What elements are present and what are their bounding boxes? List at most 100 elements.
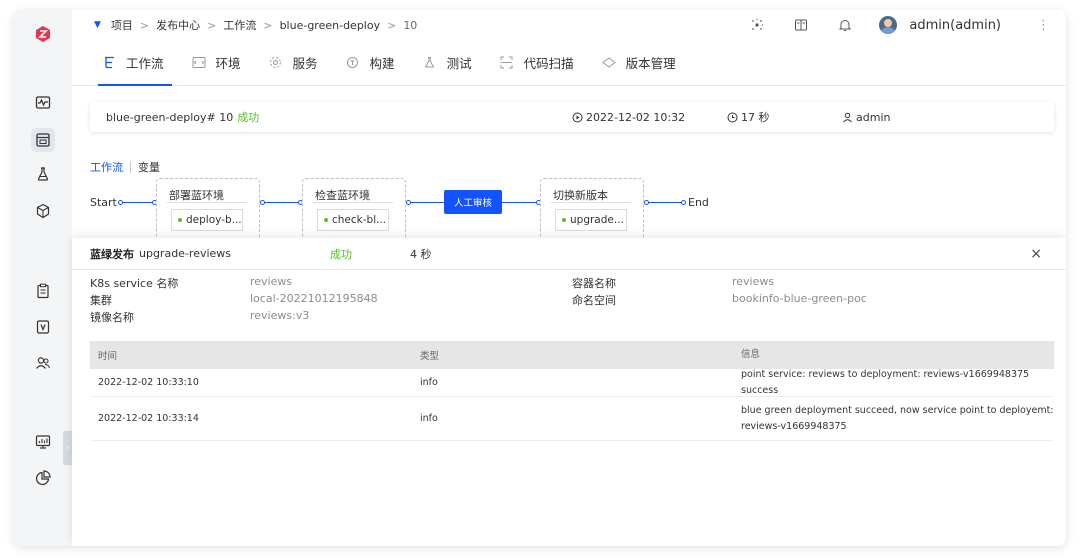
job-label: upgrade...: [570, 214, 624, 226]
run-time-value: 2022-12-02 10:32: [586, 110, 686, 124]
stage-title: 检查蓝环境: [315, 189, 370, 202]
breadcrumb-run-number: 10: [403, 18, 418, 32]
tab-label: 代码扫描: [523, 56, 574, 71]
notification-bell-icon[interactable]: [835, 15, 855, 35]
flow-port: [406, 200, 411, 205]
tab-workflow[interactable]: 工作流: [98, 40, 171, 86]
users-icon[interactable]: [31, 351, 55, 375]
tab-version-management[interactable]: 版本管理: [601, 40, 676, 86]
column-type: 类型: [420, 351, 440, 362]
version-doc-icon[interactable]: [31, 315, 55, 339]
sidebar-expand-handle[interactable]: ›: [63, 431, 72, 465]
version-icon: [601, 56, 616, 70]
job-deploy[interactable]: deploy-b...: [171, 209, 243, 231]
field-label: 命名空间: [572, 294, 616, 307]
cell-type: info: [420, 377, 438, 388]
flow-end-label: End: [688, 196, 709, 209]
clipboard-icon[interactable]: [31, 279, 55, 303]
stage-check-blue[interactable]: 检查蓝环境 check-bl...: [302, 178, 406, 240]
field-value: reviews: [732, 275, 775, 288]
user-icon: [843, 112, 852, 122]
subtab-workflow[interactable]: 工作流: [90, 159, 123, 175]
divider: [167, 202, 247, 203]
job-label: deploy-b...: [186, 214, 242, 226]
left-nav-rail: ›: [14, 10, 72, 546]
tab-service[interactable]: 服务: [269, 40, 318, 86]
job-detail-panel: 蓝绿发布 upgrade-reviews 成功 4 秒 × K8s servic…: [72, 238, 1066, 546]
flow-port: [118, 200, 123, 205]
breadcrumb-separator: >: [207, 18, 217, 32]
run-summary-card: blue-green-deploy# 10 成功 2022-12-02 10:32…: [90, 102, 1054, 132]
breadcrumb-workflow-name[interactable]: blue-green-deploy: [280, 19, 381, 32]
project-icon[interactable]: [31, 128, 55, 152]
test-flask-icon[interactable]: [31, 162, 55, 186]
job-type: 蓝绿发布: [90, 247, 134, 261]
user-avatar[interactable]: [879, 16, 898, 34]
top-tools: admin(admin) ⋮: [747, 10, 1066, 40]
cell-time: 2022-12-02 10:33:10: [98, 377, 199, 388]
docs-book-icon[interactable]: [791, 15, 811, 35]
field-value: local-20221012195848: [250, 292, 378, 305]
breadcrumb-workflow[interactable]: 工作流: [223, 17, 256, 33]
tab-build[interactable]: 构建: [346, 40, 395, 86]
field-label: 容器名称: [572, 277, 616, 290]
tab-test[interactable]: 测试: [423, 40, 472, 86]
flow-start-label: Start: [90, 196, 117, 209]
more-options-icon[interactable]: ⋮: [1037, 18, 1050, 33]
job-name: upgrade-reviews: [139, 247, 232, 260]
close-icon[interactable]: ×: [1030, 246, 1042, 262]
run-duration: 17 秒: [727, 109, 770, 125]
statistics-pie-icon[interactable]: [31, 466, 55, 490]
zadig-logo-icon[interactable]: [31, 22, 55, 46]
clock-icon: [727, 112, 738, 122]
tab-environment[interactable]: 环境: [192, 40, 241, 86]
tab-label: 环境: [215, 56, 241, 71]
plugin-icon[interactable]: [747, 15, 767, 35]
stage-title: 切换新版本: [553, 189, 608, 202]
run-title: blue-green-deploy# 10 成功: [106, 109, 259, 125]
tab-code-scan[interactable]: 代码扫描: [500, 40, 574, 86]
field-label: 集群: [90, 294, 112, 307]
job-label: check-bl...: [332, 214, 387, 226]
user-name[interactable]: admin(admin): [909, 18, 1001, 33]
caret-down-icon[interactable]: ▼: [94, 20, 101, 30]
flow-port: [260, 200, 265, 205]
dashboard-icon[interactable]: [31, 430, 55, 454]
artifact-icon[interactable]: [31, 199, 55, 223]
breadcrumb-release-center[interactable]: 发布中心: [156, 17, 200, 33]
flow-connector: [262, 202, 302, 203]
breadcrumb-project[interactable]: 项目: [111, 17, 133, 33]
field-k8s-service: K8s service 名称: [90, 275, 178, 291]
field-value: bookinfo-blue-green-poc: [732, 292, 867, 305]
field-label: K8s service 名称: [90, 277, 179, 290]
job-upgrade[interactable]: upgrade...: [555, 209, 627, 231]
divider: [313, 202, 393, 203]
stage-deploy-blue[interactable]: 部署蓝环境 deploy-b...: [156, 178, 260, 240]
cell-time: 2022-12-02 10:33:14: [98, 413, 199, 424]
field-container-value: reviews: [732, 275, 774, 288]
stage-switch-version[interactable]: 切换新版本 upgrade...: [540, 178, 644, 240]
column-time: 时间: [98, 351, 118, 362]
stage-title: 部署蓝环境: [169, 189, 224, 202]
run-creator: admin: [842, 111, 890, 124]
table-header: 时间 类型 信息: [90, 341, 1054, 369]
app-window: › ▼ 项目 > 发布中心 > 工作流 > blue-green-deploy …: [14, 10, 1066, 546]
test-icon: [423, 56, 437, 70]
main-content: blue-green-deploy# 10 成功 2022-12-02 10:32…: [72, 86, 1066, 546]
field-value: reviews: [250, 275, 293, 288]
status-dot: [324, 218, 328, 222]
environment-icon: [192, 56, 206, 70]
job-check[interactable]: check-bl...: [317, 209, 389, 231]
field-label: 镜像名称: [90, 311, 134, 324]
manual-approval-node[interactable]: 人工审核: [444, 190, 502, 214]
run-time: 2022-12-02 10:32: [572, 111, 685, 124]
run-name: blue-green-deploy# 10: [106, 111, 234, 124]
field-value: reviews:v3: [250, 309, 310, 322]
subtab-variables[interactable]: 变量: [138, 159, 160, 175]
divider: [551, 202, 631, 203]
service-icon: [269, 56, 283, 70]
cell-info: point service: reviews to deployment: re…: [741, 368, 1030, 396]
column-info: 信息: [741, 349, 761, 360]
field-image: 镜像名称: [90, 309, 134, 325]
monitor-icon[interactable]: [31, 91, 55, 115]
